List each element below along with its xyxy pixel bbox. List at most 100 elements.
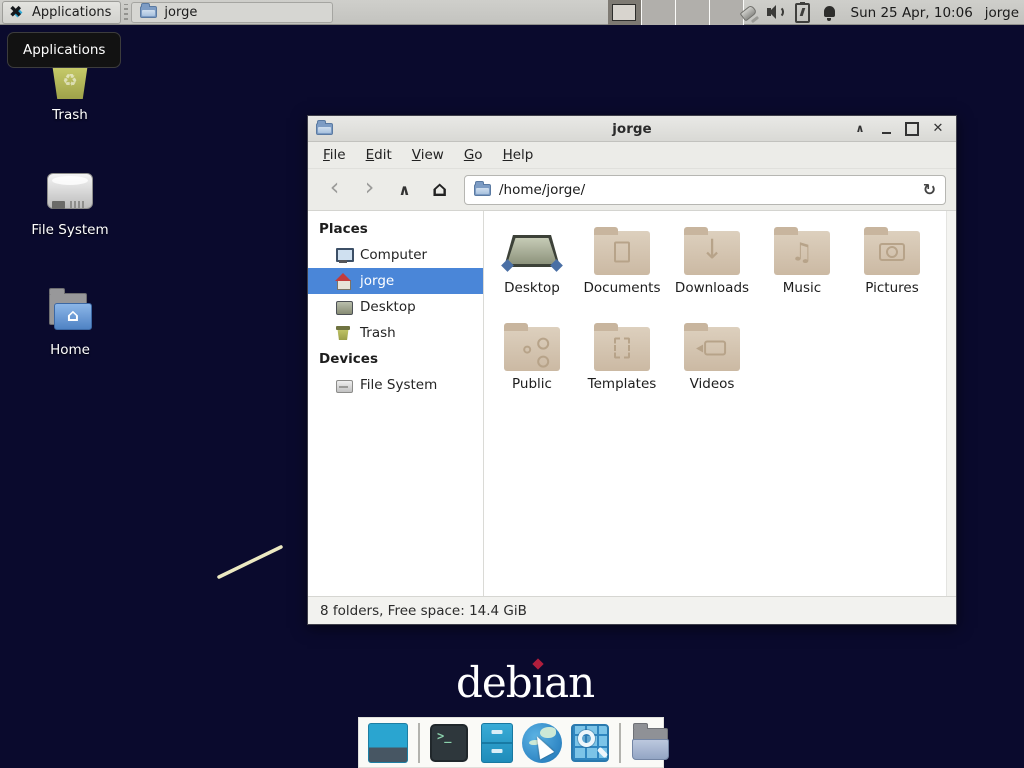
file-icon xyxy=(683,227,741,275)
taskbar-window-label: jorge xyxy=(164,5,197,20)
file-manager-window: jorge File Edit View Go Help xyxy=(307,115,957,625)
dock-terminal[interactable] xyxy=(430,724,468,762)
file-item-pictures[interactable]: Pictures xyxy=(847,223,937,319)
cursor-artifact-line xyxy=(214,542,286,582)
applications-menu-button[interactable]: Applications xyxy=(2,1,121,24)
file-item-templates[interactable]: Templates xyxy=(577,319,667,415)
desktop-icon-image xyxy=(44,288,96,338)
notifications-bell-icon[interactable] xyxy=(816,0,843,25)
debian-wallpaper-logo: debıan xyxy=(456,658,594,707)
sidebar-item-icon xyxy=(335,273,352,289)
sidebar-header-devices: Devices xyxy=(308,346,483,372)
file-icon xyxy=(503,323,561,371)
dock-separator xyxy=(619,723,621,763)
close-button[interactable] xyxy=(928,119,948,139)
workspace-cell[interactable] xyxy=(608,0,642,25)
sidebar-item-filesystem[interactable]: File System xyxy=(308,372,483,398)
maximize-button[interactable] xyxy=(902,119,922,139)
sidebar-devices-list: File System xyxy=(308,372,483,398)
back-button[interactable] xyxy=(318,175,351,205)
file-icon xyxy=(593,227,651,275)
file-label: Desktop xyxy=(487,280,577,296)
applications-tooltip: Applications xyxy=(7,32,121,68)
files-view: Desktop Documents xyxy=(484,211,956,596)
file-icon xyxy=(593,323,651,371)
menu-item[interactable]: Edit xyxy=(357,143,401,167)
file-item-downloads[interactable]: Downloads xyxy=(667,223,757,319)
dock-directory-menu[interactable] xyxy=(631,723,671,763)
sidebar-item-icon xyxy=(335,299,352,315)
file-item-desktop[interactable]: Desktop xyxy=(487,223,577,319)
xfce-logo-icon xyxy=(9,4,26,21)
window-body: Places Computer jorge Desktop xyxy=(308,211,956,596)
up-button[interactable] xyxy=(388,175,421,205)
forward-button[interactable] xyxy=(353,175,386,205)
file-label: Documents xyxy=(577,280,667,296)
dock-file-manager[interactable] xyxy=(481,723,513,763)
panel-username[interactable]: jorge xyxy=(985,5,1019,21)
panel-handle[interactable] xyxy=(124,4,128,20)
dock-show-desktop[interactable] xyxy=(368,723,408,763)
sidebar-item-desktop[interactable]: Desktop xyxy=(308,294,483,320)
menu-item[interactable]: File xyxy=(314,143,355,167)
folder-icon xyxy=(140,6,157,18)
path-folder-icon xyxy=(474,184,491,196)
file-item-music[interactable]: Music xyxy=(757,223,847,319)
sidebar-item-label: jorge xyxy=(360,273,394,289)
sidebar-item-label: Desktop xyxy=(360,299,416,315)
volume-icon[interactable] xyxy=(762,0,789,25)
sidebar-header-places: Places xyxy=(308,216,483,242)
menu-item[interactable]: Go xyxy=(455,143,492,167)
top-panel: Applications jorge xyxy=(0,0,1024,25)
sidebar-item-label: File System xyxy=(360,377,437,393)
file-icon xyxy=(503,227,561,275)
scrollbar-trough[interactable] xyxy=(946,211,956,596)
dock-separator xyxy=(418,723,420,763)
workspace-pager xyxy=(608,0,744,25)
dock-app-finder[interactable] xyxy=(571,724,609,762)
path-bar[interactable]: /home/jorge/ xyxy=(464,175,946,205)
sidebar-item-label: Trash xyxy=(360,325,396,341)
sidebar-item-computer[interactable]: Computer xyxy=(308,242,483,268)
menu-item[interactable]: Help xyxy=(494,143,543,167)
sidebar-item-icon xyxy=(335,325,352,341)
file-item-documents[interactable]: Documents xyxy=(577,223,667,319)
reload-icon[interactable] xyxy=(923,180,936,199)
dock-web-browser[interactable] xyxy=(522,723,562,763)
sidebar-item-jorge[interactable]: jorge xyxy=(308,268,483,294)
system-tray xyxy=(735,0,843,25)
path-text[interactable]: /home/jorge/ xyxy=(499,182,915,198)
desktop-icon-home[interactable]: Home xyxy=(10,288,130,358)
minimize-button[interactable] xyxy=(876,119,896,139)
desktop-icon-label: Trash xyxy=(10,107,130,123)
menu-item[interactable]: View xyxy=(403,143,453,167)
window-titlebar[interactable]: jorge xyxy=(308,116,956,142)
desktop-icon-filesystem[interactable]: File System xyxy=(10,168,130,238)
files-grid: Desktop Documents xyxy=(484,211,956,415)
file-item-public[interactable]: Public xyxy=(487,319,577,415)
taskbar-window-button[interactable]: jorge xyxy=(131,2,333,23)
file-icon xyxy=(863,227,921,275)
sidebar-item-trash[interactable]: Trash xyxy=(308,320,483,346)
menubar: File Edit View Go Help xyxy=(308,142,956,169)
panel-clock[interactable]: Sun 25 Apr, 10:06 xyxy=(851,5,973,21)
desktop-icon-label: Home xyxy=(10,342,130,358)
panel-right-cluster: Sun 25 Apr, 10:06 jorge xyxy=(735,0,1024,25)
file-label: Downloads xyxy=(667,280,757,296)
file-item-videos[interactable]: Videos xyxy=(667,319,757,415)
home-button[interactable] xyxy=(423,175,456,205)
battery-icon[interactable] xyxy=(789,0,816,25)
toolbar: /home/jorge/ xyxy=(308,169,956,211)
file-label: Music xyxy=(757,280,847,296)
shade-button[interactable] xyxy=(850,119,870,139)
workspace-cell[interactable] xyxy=(676,0,710,25)
sidebar-item-icon xyxy=(335,377,352,393)
bottom-dock xyxy=(358,717,664,768)
network-icon[interactable] xyxy=(735,0,762,25)
workspace-cell[interactable] xyxy=(642,0,676,25)
file-label: Pictures xyxy=(847,280,937,296)
sidebar: Places Computer jorge Desktop xyxy=(308,211,484,596)
file-label: Templates xyxy=(577,376,667,392)
sidebar-item-label: Computer xyxy=(360,247,427,263)
file-icon xyxy=(683,323,741,371)
